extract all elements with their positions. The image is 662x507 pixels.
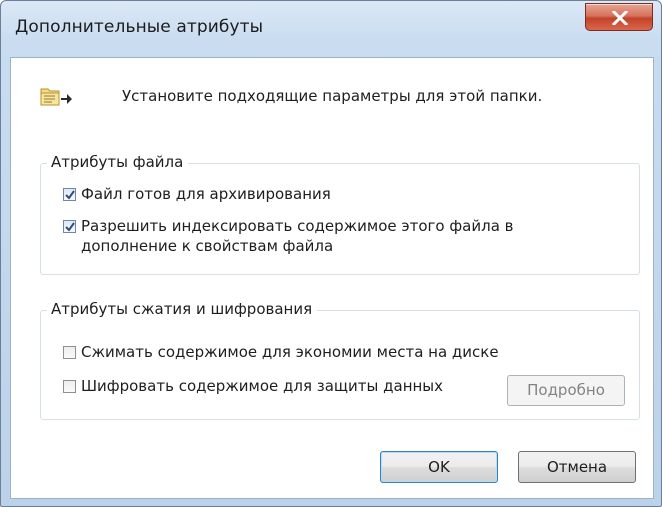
compress-checkbox-row[interactable]: Сжимать содержимое для экономии места на… (63, 342, 499, 362)
file-attributes-group: Атрибуты файла Файл готов для архивирова… (40, 153, 640, 275)
dialog-header: Установите подходящие параметры для этой… (11, 58, 653, 136)
header-instructions: Установите подходящие параметры для этой… (122, 87, 543, 105)
encrypt-checkbox[interactable] (63, 380, 76, 393)
compress-label: Сжимать содержимое для экономии места на… (81, 343, 499, 361)
archive-checkbox[interactable] (63, 188, 76, 201)
details-button[interactable]: Подробно (507, 375, 625, 406)
close-button[interactable] (585, 3, 653, 31)
archive-label: Файл готов для архивирования (81, 185, 331, 203)
encrypt-checkbox-row[interactable]: Шифровать содержимое для защиты данных (63, 376, 443, 396)
cancel-button[interactable]: Отмена (518, 451, 636, 483)
dialog-content: Установите подходящие параметры для этой… (10, 57, 654, 499)
file-attributes-legend: Атрибуты файла (47, 153, 189, 171)
compression-encryption-group: Атрибуты сжатия и шифрования Сжимать сод… (40, 300, 640, 420)
title-bar[interactable]: Дополнительные атрибуты (1, 1, 661, 57)
folder-attributes-icon (39, 84, 73, 112)
encrypt-label: Шифровать содержимое для защиты данных (81, 377, 444, 395)
checkmark-icon (65, 190, 75, 200)
checkmark-icon (65, 222, 75, 232)
ok-button[interactable]: OK (380, 451, 498, 483)
archive-checkbox-row[interactable]: Файл готов для архивирования (63, 184, 331, 204)
dialog-window: Дополнительные атрибуты Установите подхо… (0, 0, 662, 507)
compress-checkbox[interactable] (63, 346, 76, 359)
index-checkbox[interactable] (63, 220, 76, 233)
index-checkbox-row[interactable]: Разрешить индексировать содержимое этого… (63, 216, 514, 256)
window-title: Дополнительные атрибуты (15, 17, 264, 37)
compression-encryption-legend: Атрибуты сжатия и шифрования (47, 300, 318, 318)
index-label: Разрешить индексировать содержимое этого… (81, 217, 514, 255)
